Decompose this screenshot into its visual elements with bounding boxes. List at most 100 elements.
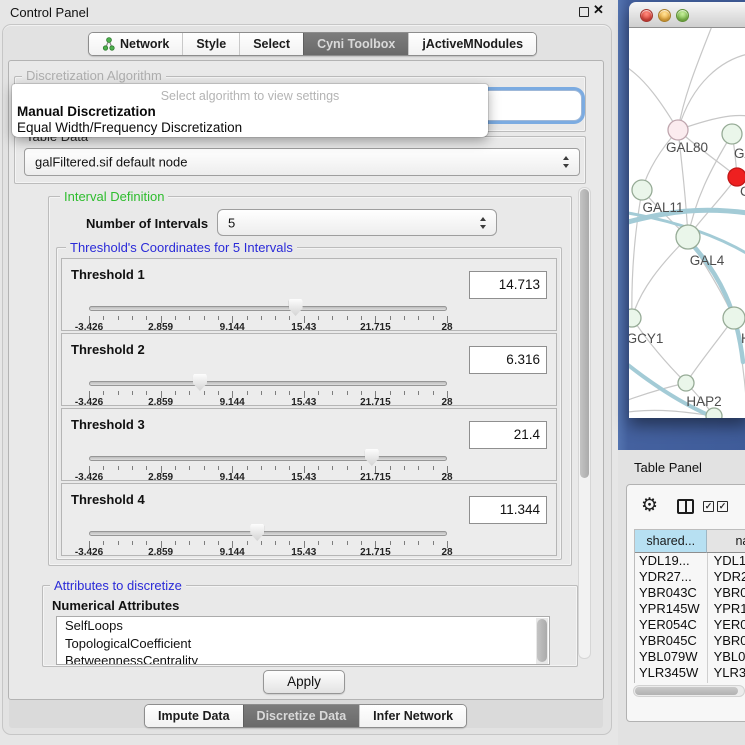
algorithm-prompt: Select algorithm to view settings bbox=[12, 89, 488, 103]
table-row[interactable]: YDL19...YDL1 bbox=[635, 553, 745, 569]
node-label: GAL4 bbox=[690, 253, 725, 268]
network-window-titlebar[interactable] bbox=[629, 2, 745, 28]
zoom-traffic-light[interactable] bbox=[676, 9, 689, 22]
slider-track[interactable] bbox=[89, 456, 447, 461]
network-window: GAL80GACGAL11GAL4GCY1HHAP2 bbox=[629, 2, 745, 418]
threshold-label: Threshold 3 bbox=[71, 417, 145, 432]
attributes-scrollbar-track[interactable] bbox=[536, 618, 548, 664]
table-cell[interactable]: YER054C bbox=[635, 617, 708, 633]
table-cell[interactable]: YDR2 bbox=[708, 569, 745, 585]
table-cell[interactable]: YER0 bbox=[708, 617, 745, 633]
float-window-icon[interactable] bbox=[579, 7, 589, 17]
tab-select[interactable]: Select bbox=[239, 33, 303, 55]
column-header-1[interactable]: shared... bbox=[635, 530, 707, 553]
tab-impute-data[interactable]: Impute Data bbox=[145, 705, 243, 727]
threshold-value-field[interactable]: 21.4 bbox=[469, 421, 547, 449]
table-row[interactable]: YBR043CYBR0 bbox=[635, 585, 745, 601]
tab-label: Cyni Toolbox bbox=[317, 37, 395, 51]
table-cell[interactable]: YBL079W bbox=[635, 649, 708, 665]
numerical-attributes-list[interactable]: SelfLoopsTopologicalCoefficientBetweenne… bbox=[56, 616, 550, 665]
table-cell[interactable]: YPR145W bbox=[635, 601, 708, 617]
threshold-4-panel: Threshold 4-3.4262.8599.14415.4321.71528… bbox=[61, 483, 557, 556]
table-cell[interactable]: YLR3 bbox=[708, 665, 745, 681]
attributes-group-title: Attributes to discretize bbox=[50, 579, 186, 592]
tab-cyni-toolbox[interactable]: Cyni Toolbox bbox=[303, 33, 408, 55]
close-icon[interactable]: ✕ bbox=[593, 2, 604, 18]
slider-track[interactable] bbox=[89, 381, 447, 386]
threshold-value-field[interactable]: 11.344 bbox=[469, 496, 547, 524]
table-row[interactable]: YLR345WYLR3 bbox=[635, 665, 745, 681]
slider-scale-labels: -3.4262.8599.14415.4321.71528 bbox=[89, 547, 447, 558]
table-cell[interactable]: YIL0 bbox=[708, 681, 745, 683]
table-cell[interactable]: YBR0 bbox=[708, 585, 745, 601]
slider-thumb[interactable] bbox=[250, 524, 264, 541]
table-data-value: galFiltered.sif default node bbox=[35, 155, 187, 170]
edge[interactable] bbox=[629, 68, 678, 130]
table-cell[interactable]: YDL19... bbox=[635, 553, 708, 569]
table-hscrollbar-thumb[interactable] bbox=[635, 687, 738, 695]
table-cell[interactable]: YBR043C bbox=[635, 585, 708, 601]
edge[interactable] bbox=[632, 237, 688, 318]
tab-style[interactable]: Style bbox=[182, 33, 239, 55]
tab-infer-network[interactable]: Infer Network bbox=[359, 705, 466, 727]
table-cell[interactable]: YDL1 bbox=[708, 553, 745, 569]
slider-thumb[interactable] bbox=[365, 449, 379, 466]
tab-network[interactable]: Network bbox=[89, 33, 182, 55]
table-cell[interactable]: YIL052C bbox=[635, 681, 708, 683]
table-cell[interactable]: YBR045C bbox=[635, 633, 708, 649]
attribute-list-item[interactable]: BetweennessCentrality bbox=[57, 652, 549, 665]
highlighted-edge[interactable] bbox=[629, 365, 718, 418]
threshold-value-field[interactable]: 14.713 bbox=[469, 271, 547, 299]
tab-discretize-data[interactable]: Discretize Data bbox=[243, 705, 360, 727]
network-canvas[interactable]: GAL80GACGAL11GAL4GCY1HHAP2 bbox=[629, 28, 745, 418]
table-row[interactable]: YDR27...YDR2 bbox=[635, 569, 745, 585]
split-columns-icon[interactable] bbox=[677, 499, 694, 514]
table-cell[interactable]: YPR1 bbox=[708, 601, 745, 617]
threshold-value-field[interactable]: 6.316 bbox=[469, 346, 547, 374]
table-cell[interactable]: YDR27... bbox=[635, 569, 708, 585]
table-hscrollbar-track[interactable] bbox=[633, 685, 745, 697]
GAL4-node[interactable] bbox=[676, 225, 700, 249]
table-cell[interactable]: YBL0 bbox=[708, 649, 745, 665]
column-header-2[interactable]: na bbox=[707, 530, 745, 553]
node-label: C bbox=[740, 184, 745, 199]
HAP2-node[interactable] bbox=[678, 375, 694, 391]
table-row[interactable]: YPR145WYPR1 bbox=[635, 601, 745, 617]
slider-track[interactable] bbox=[89, 531, 447, 536]
number-of-intervals-label: Number of Intervals bbox=[86, 216, 208, 231]
attributes-scrollbar-thumb[interactable] bbox=[537, 619, 547, 662]
GAL11-node[interactable] bbox=[632, 180, 652, 200]
clipped-node-1[interactable] bbox=[722, 124, 742, 144]
interval-definition-title: Interval Definition bbox=[60, 190, 168, 203]
popup-option-equal-width[interactable]: Equal Width/Frequency Discretization bbox=[15, 120, 244, 135]
GAL80-node[interactable] bbox=[668, 120, 688, 140]
clipped-node-2[interactable] bbox=[723, 307, 745, 329]
slider-thumb[interactable] bbox=[289, 299, 303, 316]
slider-thumb[interactable] bbox=[193, 374, 207, 391]
attribute-list-item[interactable]: SelfLoops bbox=[57, 617, 549, 635]
main-scrollbar-thumb[interactable] bbox=[580, 189, 589, 478]
apply-button[interactable]: Apply bbox=[263, 670, 345, 694]
table-data-combobox[interactable]: galFiltered.sif default node bbox=[24, 148, 580, 176]
table-row[interactable]: YIL052CYIL0 bbox=[635, 681, 745, 683]
number-of-intervals-combobox[interactable]: 5 bbox=[217, 209, 497, 236]
table-row[interactable]: YBL079WYBL0 bbox=[635, 649, 745, 665]
table-row[interactable]: YER054CYER0 bbox=[635, 617, 745, 633]
popup-option-manual[interactable]: Manual Discretization bbox=[15, 104, 158, 119]
edge[interactable] bbox=[686, 318, 734, 383]
tab-jactivemnodules[interactable]: jActiveMNodules bbox=[408, 33, 536, 55]
attribute-list-item[interactable]: TopologicalCoefficient bbox=[57, 635, 549, 653]
clipped-node-3[interactable] bbox=[706, 408, 722, 418]
minimize-traffic-light[interactable] bbox=[658, 9, 671, 22]
GCY1-node[interactable] bbox=[629, 309, 641, 327]
table-row[interactable]: YBR045CYBR0 bbox=[635, 633, 745, 649]
close-traffic-light[interactable] bbox=[640, 9, 653, 22]
checkbox-icon[interactable]: ✓ bbox=[717, 501, 728, 512]
table-cell[interactable]: YBR0 bbox=[708, 633, 745, 649]
table-cell[interactable]: YLR345W bbox=[635, 665, 708, 681]
main-scrollbar-track[interactable] bbox=[578, 187, 591, 659]
slider-track[interactable] bbox=[89, 306, 447, 311]
edge[interactable] bbox=[632, 190, 642, 318]
checkbox-icon[interactable]: ✓ bbox=[703, 501, 714, 512]
gear-icon[interactable]: ⚙ bbox=[641, 496, 658, 515]
